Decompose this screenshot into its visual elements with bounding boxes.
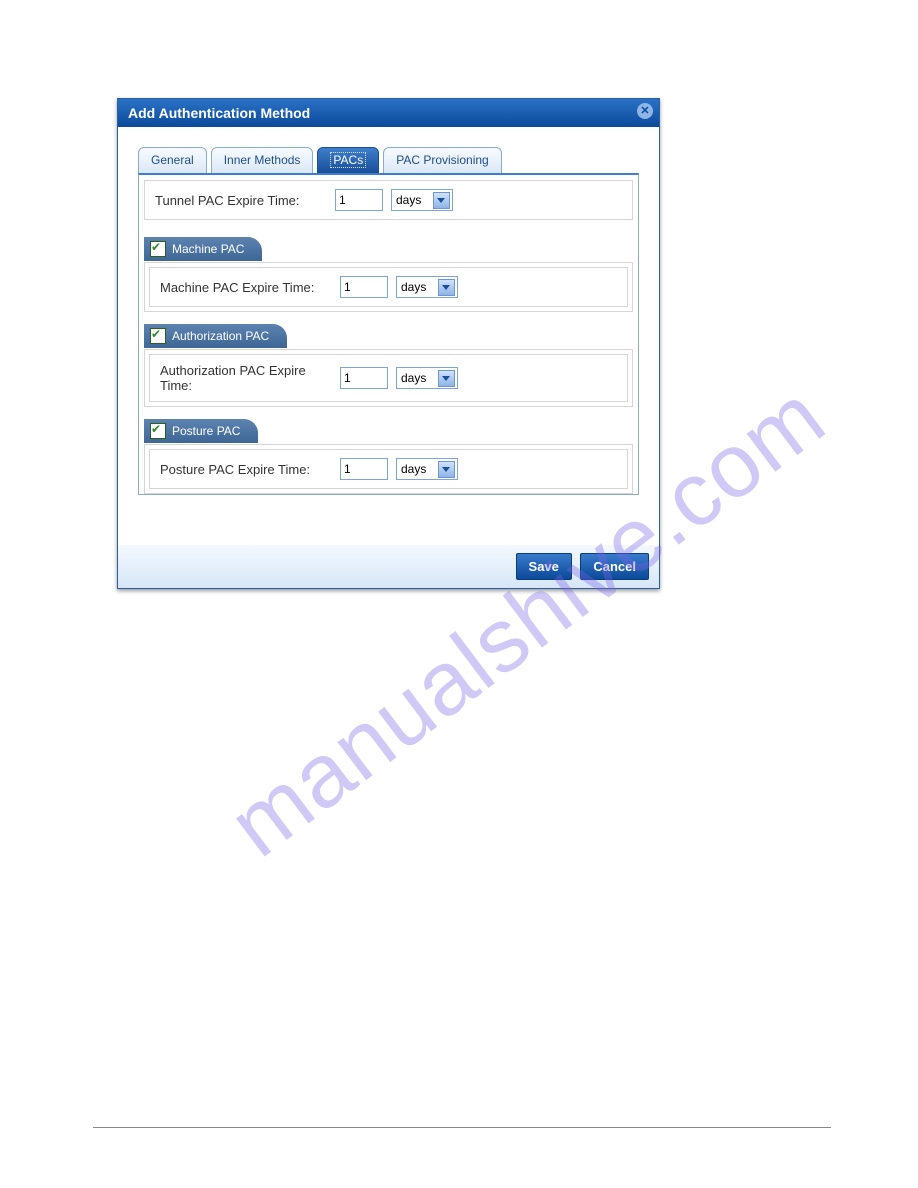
dialog-titlebar: Add Authentication Method ✕ [118, 99, 659, 127]
authorization-pac-value-input[interactable] [340, 367, 388, 389]
dialog-body: General Inner Methods PACs PAC Provision… [118, 127, 659, 545]
authorization-pac-checkbox[interactable] [150, 328, 166, 344]
machine-pac-label: Machine PAC Expire Time: [160, 280, 340, 295]
authorization-pac-label: Authorization PAC Expire Time: [160, 363, 340, 393]
authorization-pac-header-label: Authorization PAC [172, 329, 269, 343]
posture-pac-checkbox[interactable] [150, 423, 166, 439]
posture-pac-row: Posture PAC Expire Time: days [149, 449, 628, 489]
machine-pac-header: Machine PAC [144, 237, 262, 261]
close-icon[interactable]: ✕ [637, 103, 653, 119]
authorization-pac-unit-select[interactable]: days [396, 367, 458, 389]
dialog-title: Add Authentication Method [128, 105, 310, 121]
tab-general[interactable]: General [138, 147, 207, 173]
machine-pac-section: Machine PAC Expire Time: days [144, 262, 633, 312]
posture-pac-section: Posture PAC Expire Time: days [144, 444, 633, 494]
authorization-pac-section: Authorization PAC Expire Time: days [144, 349, 633, 407]
machine-pac-checkbox[interactable] [150, 241, 166, 257]
authorization-pac-header: Authorization PAC [144, 324, 287, 348]
cancel-button[interactable]: Cancel [580, 553, 649, 580]
tab-row: General Inner Methods PACs PAC Provision… [138, 147, 639, 173]
authorization-pac-row: Authorization PAC Expire Time: days [149, 354, 628, 402]
posture-pac-header-label: Posture PAC [172, 424, 240, 438]
tunnel-pac-unit-select[interactable]: days [391, 189, 453, 211]
posture-pac-label: Posture PAC Expire Time: [160, 462, 340, 477]
dialog-footer: Save Cancel [118, 545, 659, 588]
tunnel-pac-row: Tunnel PAC Expire Time: days [144, 180, 633, 220]
page-divider [93, 1127, 831, 1128]
machine-pac-row: Machine PAC Expire Time: days [149, 267, 628, 307]
tunnel-pac-value-input[interactable] [335, 189, 383, 211]
posture-pac-value-input[interactable] [340, 458, 388, 480]
posture-pac-unit-select[interactable]: days [396, 458, 458, 480]
posture-pac-header: Posture PAC [144, 419, 258, 443]
tunnel-pac-label: Tunnel PAC Expire Time: [155, 193, 335, 208]
machine-pac-value-input[interactable] [340, 276, 388, 298]
machine-pac-unit-select[interactable]: days [396, 276, 458, 298]
save-button[interactable]: Save [516, 553, 572, 580]
add-auth-method-dialog: Add Authentication Method ✕ General Inne… [117, 98, 660, 589]
tab-pac-provisioning[interactable]: PAC Provisioning [383, 147, 501, 173]
tab-pacs[interactable]: PACs [317, 147, 379, 173]
machine-pac-header-label: Machine PAC [172, 242, 244, 256]
pacs-panel: Tunnel PAC Expire Time: days Machine PAC… [138, 173, 639, 495]
tab-inner-methods[interactable]: Inner Methods [211, 147, 314, 173]
